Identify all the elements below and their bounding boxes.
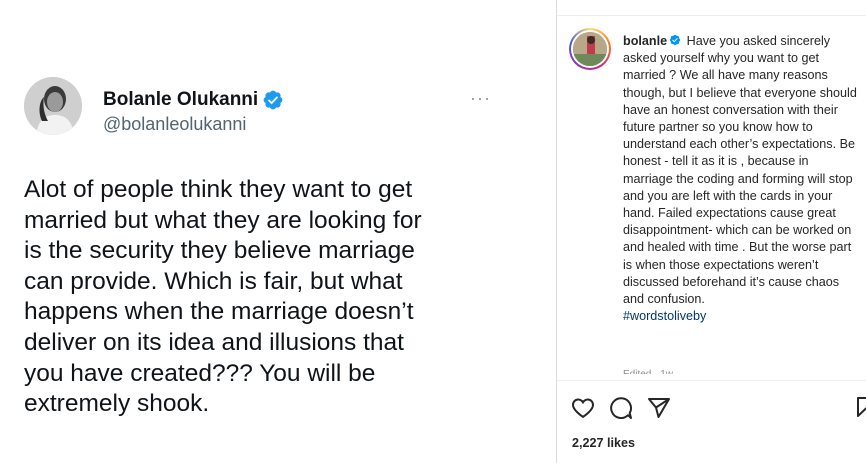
header-divider (557, 15, 866, 16)
more-options-icon[interactable]: ··· (470, 88, 491, 109)
bookmark-icon[interactable] (854, 395, 866, 419)
share-icon[interactable] (647, 396, 671, 420)
tweet-author-row: Bolanle Olukanni (103, 89, 284, 111)
heart-icon[interactable] (571, 396, 595, 420)
tweet-text: Alot of people think they want to get ma… (24, 176, 422, 418)
actions-divider (557, 380, 866, 381)
tweet-handle[interactable]: @bolanleolukanni (103, 114, 246, 135)
verified-badge-icon (263, 90, 283, 110)
likes-count[interactable]: 2,227 likes (572, 436, 635, 450)
edited-timestamp: Edited · 1w (623, 369, 673, 374)
caption-username[interactable]: bolanle (623, 34, 667, 48)
post-actions (571, 395, 671, 421)
post-caption: bolanle Have you asked sincerely asked y… (623, 33, 861, 325)
tweet-avatar[interactable] (24, 77, 82, 135)
tweet-card: Bolanle Olukanni @bolanleolukanni ··· Al… (0, 0, 556, 463)
instagram-avatar (573, 32, 607, 66)
caption-text: Have you asked sincerely asked yourself … (623, 34, 857, 307)
tweet-display-name[interactable]: Bolanle Olukanni (103, 89, 258, 111)
verified-badge-icon (669, 34, 681, 46)
story-ring[interactable] (569, 28, 611, 70)
instagram-post-panel: bolanle Have you asked sincerely asked y… (557, 0, 866, 463)
comment-icon[interactable] (609, 396, 633, 420)
screenshot-root: Bolanle Olukanni @bolanleolukanni ··· Al… (0, 0, 866, 463)
hashtag-link[interactable]: #wordstoliveby (623, 308, 706, 325)
